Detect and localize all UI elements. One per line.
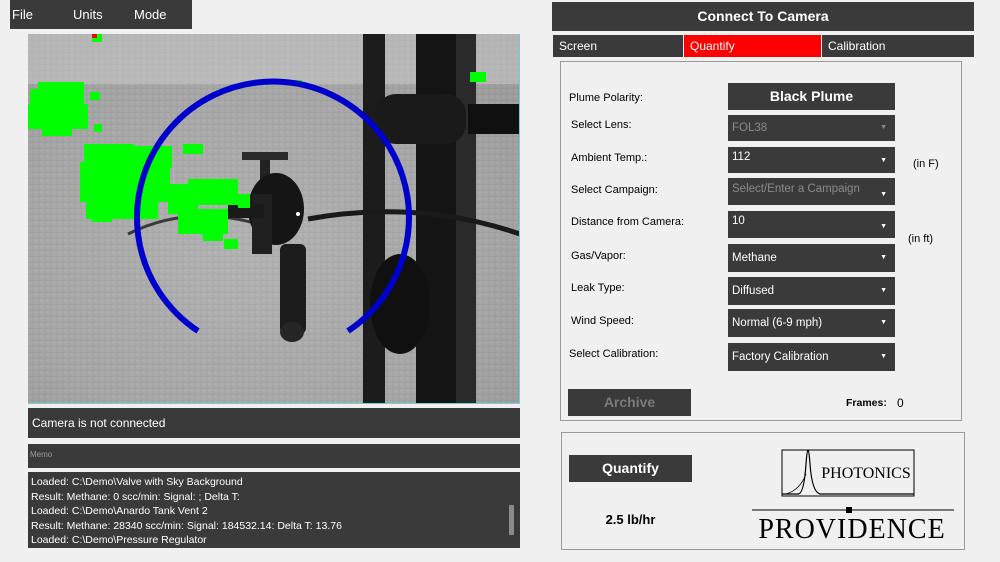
campaign-placeholder: Select/Enter a Campaign: [732, 183, 860, 195]
wind-speed-select[interactable]: Normal (6-9 mph) ▼: [728, 309, 895, 337]
log-line: Result: Methane: 0 scc/min: Signal: ; De…: [31, 490, 240, 503]
wind-speed-value: Normal (6-9 mph): [732, 317, 823, 329]
camera-status-bar: Camera is not connected: [28, 408, 520, 438]
log-line: Loaded: C:\Demo\Valve with Sky Backgroun…: [31, 476, 243, 488]
memo-label: Memo: [28, 444, 520, 468]
plume-polarity-button[interactable]: Black Plume: [728, 83, 895, 110]
logo-providence-text: PROVIDENCE: [758, 514, 945, 545]
wind-speed-label: Wind Speed:: [571, 315, 634, 327]
lens-select: FOL38 ▼: [728, 115, 895, 141]
distance-value: 10: [732, 215, 745, 227]
chevron-down-icon[interactable]: ▼: [880, 244, 887, 272]
distance-unit: (in ft): [908, 233, 934, 245]
temp-unit: (in F): [913, 158, 939, 170]
menu-bar: File Units Mode: [10, 0, 192, 29]
gas-vapor-label: Gas/Vapor:: [571, 250, 626, 262]
leak-type-select[interactable]: Diffused ▼: [728, 277, 895, 305]
leak-type-label: Leak Type:: [571, 282, 625, 294]
lens-value: FOL38: [732, 122, 768, 134]
providence-photonics-logo: PHOTONICS PROVIDENCE: [748, 434, 958, 546]
archive-button[interactable]: Archive: [568, 389, 691, 416]
menu-units[interactable]: Units: [73, 7, 103, 22]
chevron-down-icon[interactable]: ▼: [880, 309, 887, 337]
quantify-button[interactable]: Quantify: [569, 455, 692, 482]
chevron-down-icon[interactable]: ▼: [880, 184, 887, 206]
quantify-result: 2.5 lb/hr: [605, 512, 656, 527]
logo-photonics-text: PHOTONICS: [821, 465, 911, 482]
select-calibration-label: Select Calibration:: [569, 348, 659, 360]
chevron-down-icon[interactable]: ▼: [880, 151, 887, 171]
tab-screen[interactable]: Screen: [553, 35, 683, 57]
campaign-select[interactable]: Select/Enter a Campaign ▼: [728, 178, 895, 205]
frames-label: Frames:: [846, 397, 887, 409]
plume-polarity-label: Plume Polarity:: [569, 92, 643, 104]
select-campaign-label: Select Campaign:: [571, 184, 658, 196]
chevron-down-icon[interactable]: ▼: [880, 277, 887, 305]
memo-scrollbar[interactable]: [509, 505, 514, 535]
frames-value: 0: [897, 396, 904, 410]
tab-calibration[interactable]: Calibration: [822, 35, 974, 57]
gas-vapor-select[interactable]: Methane ▼: [728, 244, 895, 272]
log-line: Loaded: C:\Demo\Anardo Tank Vent 2: [31, 505, 208, 518]
chevron-down-icon: ▼: [880, 124, 887, 131]
leak-type-value: Diffused: [732, 285, 774, 297]
select-lens-label: Select Lens:: [571, 119, 632, 131]
ambient-temp-field[interactable]: 112 ▼: [728, 147, 895, 173]
memo-log[interactable]: Loaded: C:\Demo\Valve with Sky Backgroun…: [28, 472, 520, 548]
menu-file[interactable]: File: [12, 7, 33, 22]
connect-camera-button[interactable]: Connect To Camera: [552, 2, 974, 31]
tab-quantify[interactable]: Quantify: [684, 35, 821, 57]
chevron-down-icon[interactable]: ▼: [880, 343, 887, 371]
gas-value: Methane: [732, 252, 777, 264]
ambient-temp-label: Ambient Temp.:: [571, 152, 648, 164]
chevron-down-icon[interactable]: ▼: [880, 217, 887, 237]
calibration-select[interactable]: Factory Calibration ▼: [728, 343, 895, 371]
calibration-value: Factory Calibration: [732, 351, 829, 363]
menu-mode[interactable]: Mode: [134, 7, 167, 22]
log-line: Loaded: C:\Demo\Pressure Regulator: [31, 534, 207, 547]
ambient-temp-value: 112: [732, 151, 751, 163]
distance-label: Distance from Camera:: [571, 216, 685, 228]
camera-frame-image: [28, 34, 519, 403]
log-line: Result: Methane: 28340 scc/min: Signal: …: [31, 519, 342, 532]
distance-field[interactable]: 10 ▼: [728, 211, 895, 238]
camera-view[interactable]: [28, 34, 520, 404]
